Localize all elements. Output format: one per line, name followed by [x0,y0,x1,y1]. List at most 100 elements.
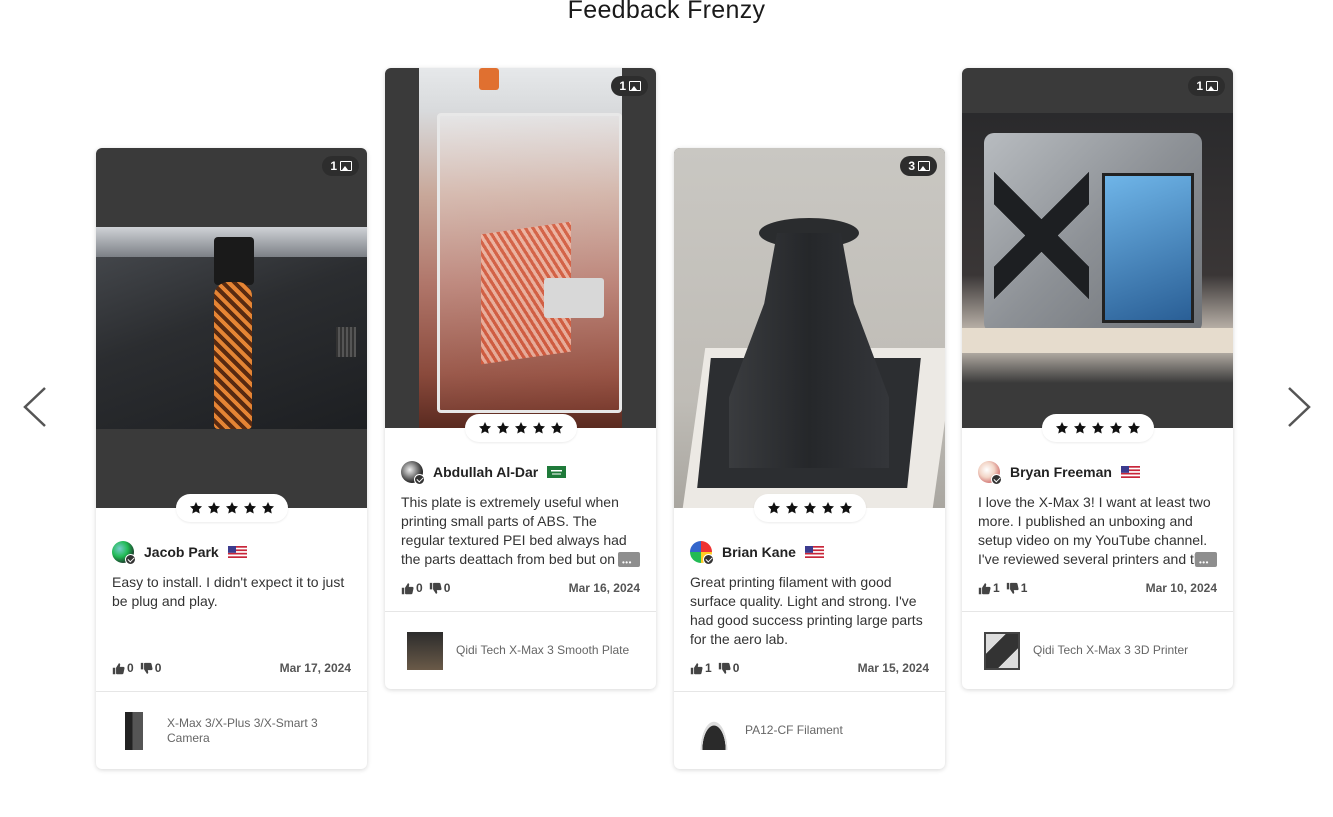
like-button[interactable]: 1 [978,581,1000,595]
thumbs-up-icon [978,582,991,594]
star-icon [496,422,509,434]
image-icon [1206,81,1218,91]
star-icon [839,502,852,514]
product-link[interactable]: PA12-CF Filament [674,691,945,769]
carousel-prev-button[interactable] [22,386,48,428]
star-icon [1109,422,1122,434]
star-icon [550,422,563,434]
dislike-button[interactable]: 1 [1006,581,1028,595]
us-flag-icon [227,546,247,558]
like-count: 1 [705,661,712,675]
thumbs-up-icon [401,582,414,594]
black-printed-duct-photo[interactable] [674,148,945,508]
like-count: 0 [416,581,423,595]
image-count-badge: 3 [900,156,937,176]
like-button[interactable]: 0 [401,581,423,595]
author-name: Abdullah Al-Dar [433,464,539,480]
product-thumbnail[interactable] [696,711,732,750]
star-rating [175,494,288,522]
review-text: Easy to install. I didn't expect it to j… [112,574,345,609]
product-name: Qidi Tech X-Max 3 Smooth Plate [456,643,630,657]
product-thumbnail[interactable] [984,631,1020,670]
product-name: Qidi Tech X-Max 3 3D Printer [1033,643,1189,657]
x-max-3-printer-photo[interactable] [962,113,1233,383]
review-card[interactable]: 1 Jacob Park Easy to install. I didn't exp… [96,148,367,769]
star-icon [478,422,491,434]
product-thumbnail[interactable] [118,711,154,750]
thumbs-up-icon [112,662,125,674]
star-icon [821,502,834,514]
review-date: Mar 15, 2024 [857,661,929,675]
read-more-button[interactable] [618,552,640,569]
verified-check-icon [991,474,1002,485]
star-icon [243,502,256,514]
product-name: PA12-CF Filament [745,723,843,737]
avatar [690,541,714,565]
like-button[interactable]: 0 [112,661,134,675]
product-name: X-Max 3/X-Plus 3/X-Smart 3 Camera [167,715,318,745]
review-meta: 1 0 Mar 15, 2024 [690,661,929,675]
page-title: Feedback Frenzy [567,0,766,24]
review-text: This plate is extremely useful when prin… [401,494,638,567]
review-author: Abdullah Al-Dar [401,461,640,485]
star-icon [767,502,780,514]
read-more-button[interactable] [1195,552,1217,569]
product-link[interactable]: X-Max 3/X-Plus 3/X-Smart 3 Camera [96,691,367,769]
review-date: Mar 16, 2024 [568,581,640,595]
star-icon [532,422,545,434]
image-count: 1 [619,79,626,93]
star-icon [1127,422,1140,434]
avatar [978,461,1002,485]
product-link[interactable]: Qidi Tech X-Max 3 Smooth Plate [385,611,656,689]
star-icon [1091,422,1104,434]
star-icon [207,502,220,514]
author-name: Jacob Park [144,544,219,560]
review-text-container: Great printing filament with good surfac… [690,573,929,649]
review-media[interactable]: 1 [385,68,656,428]
image-icon [918,161,930,171]
product-thumbnail[interactable] [407,631,443,670]
avatar [112,541,136,565]
star-rating [464,414,577,442]
review-meta: 1 1 Mar 10, 2024 [978,581,1217,595]
review-media[interactable]: 1 [962,68,1233,428]
review-text-container: Easy to install. I didn't expect it to j… [112,573,351,649]
verified-check-icon [414,474,425,485]
review-card[interactable]: 1 Abdullah Al-Dar This plate is extremely … [385,68,656,689]
star-icon [785,502,798,514]
review-media[interactable]: 3 [674,148,945,508]
image-count-badge: 1 [322,156,359,176]
review-card[interactable]: 3 Brian Kane Great printing filament with … [674,148,945,769]
review-card[interactable]: 1 Bryan Freeman I love the X-Max 3! I want… [962,68,1233,689]
dislike-count: 1 [1020,581,1028,595]
thumbs-down-icon [429,582,442,594]
3d-printed-lattice-vase-photo[interactable] [96,227,367,429]
star-rating [1041,414,1154,442]
image-count: 1 [1196,79,1203,93]
like-count: 0 [127,661,134,675]
star-icon [803,502,816,514]
review-media[interactable]: 1 [96,148,367,508]
star-icon [261,502,274,514]
star-icon [225,502,238,514]
dislike-button[interactable]: 0 [140,661,161,675]
star-icon [514,422,527,434]
thumbs-down-icon [1006,582,1019,594]
avatar [401,461,425,485]
author-name: Brian Kane [722,544,796,560]
dislike-count: 0 [732,661,740,675]
thumbs-up-icon [690,662,703,674]
review-author: Jacob Park [112,541,351,565]
review-text: Great printing filament with good surfac… [690,574,923,647]
dislike-button[interactable]: 0 [718,661,740,675]
verified-check-icon [125,554,136,565]
dislike-button[interactable]: 0 [429,581,450,595]
printer-build-plate-photo[interactable] [419,68,622,428]
carousel-next-button[interactable] [1286,386,1312,428]
image-count: 3 [908,159,915,173]
image-icon [340,161,352,171]
review-meta: 0 0 Mar 17, 2024 [112,661,351,675]
product-link[interactable]: Qidi Tech X-Max 3 3D Printer [962,611,1233,689]
image-count: 1 [330,159,337,173]
like-button[interactable]: 1 [690,661,712,675]
